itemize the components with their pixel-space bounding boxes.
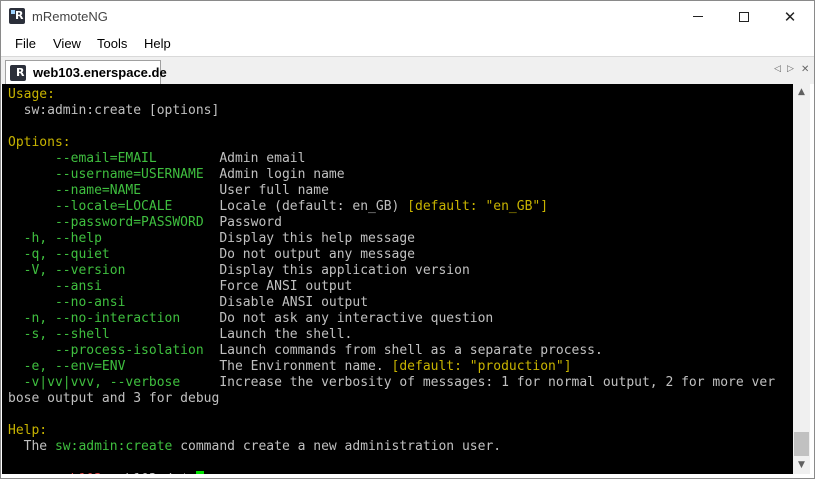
terminal-text: bose output and 3 for debug — [8, 391, 220, 406]
terminal-line: -q, --quiet Do not output any message — [8, 247, 415, 263]
close-tab-icon[interactable]: ✕ — [801, 64, 809, 75]
terminal-text: -s, --shell — [8, 327, 220, 342]
scrollbar-thumb[interactable] — [794, 432, 809, 456]
terminal-text: -v|vv|vvv, --verbose — [8, 375, 220, 390]
terminal-text: --name=NAME — [8, 183, 220, 198]
terminal-text: Options: — [8, 135, 71, 150]
terminal-text: Display this help message — [219, 231, 415, 246]
scroll-tabs-right-icon[interactable]: ▷ — [787, 64, 794, 74]
scroll-up-arrow-icon[interactable]: ▲ — [793, 84, 810, 101]
close-icon: ✕ — [783, 7, 797, 26]
terminal-text: Locale (default: en_GB) — [219, 199, 408, 214]
maximize-icon — [739, 11, 749, 22]
terminal-text: -q, --quiet — [8, 247, 220, 262]
terminal-text: Password — [219, 215, 282, 230]
terminal-text: Admin email — [219, 151, 306, 166]
terminal-text: --email=EMAIL — [8, 151, 220, 166]
scroll-tabs-left-icon[interactable]: ◁ — [774, 64, 781, 74]
menu-tools[interactable]: Tools — [97, 36, 127, 51]
prompt-at: @ — [102, 472, 110, 474]
terminal-line: bose output and 3 for debug — [8, 391, 219, 407]
terminal-text: --locale=LOCALE — [8, 199, 220, 214]
terminal-text: --password=PASSWORD — [8, 215, 220, 230]
terminal-text: --process-isolation — [8, 343, 220, 358]
terminal-line: --name=NAME User full name — [8, 183, 329, 199]
terminal-line: -V, --version Display this application v… — [8, 263, 470, 279]
terminal-text: Launch the shell. — [219, 327, 353, 342]
terminal-text: Do not output any message — [219, 247, 415, 262]
terminal-text: -V, --version — [8, 263, 220, 278]
terminal-line: sw:admin:create [options] — [8, 103, 220, 119]
terminal-line: -n, --no-interaction Do not ask any inte… — [8, 311, 494, 327]
minimize-button[interactable] — [675, 1, 721, 32]
terminal-text: User full name — [219, 183, 329, 198]
terminal-line: Options: — [8, 135, 71, 151]
terminal-text: [default: "production"] — [391, 359, 572, 374]
menu-bar: File View Tools Help — [1, 32, 814, 55]
terminal-text: Admin login name — [219, 167, 345, 182]
terminal-text: Display this application version — [219, 263, 470, 278]
terminal-text: Disable ANSI output — [219, 295, 369, 310]
terminal-line: Help: — [8, 423, 47, 439]
connection-tab-strip: web103.enerspace.de ◁ ▷ ✕ — [1, 56, 814, 85]
mremoteng-app-icon — [9, 8, 25, 24]
terminal-text: command create a new administration user… — [172, 439, 502, 454]
terminal-text: --username=USERNAME — [8, 167, 220, 182]
terminal-text: sw:admin:create [options] — [8, 103, 220, 118]
terminal-text: The Environment name. — [219, 359, 392, 374]
terminal-line: -h, --help Display this help message — [8, 231, 415, 247]
menu-file[interactable]: File — [15, 36, 36, 51]
terminal-text: [default: "en_GB"] — [407, 199, 549, 214]
terminal-text: Do not ask any interactive question — [219, 311, 494, 326]
terminal-text: Force ANSI output — [219, 279, 353, 294]
terminal-line: --password=PASSWORD Password — [8, 215, 282, 231]
terminal-line: -s, --shell Launch the shell. — [8, 327, 353, 343]
minimize-icon — [693, 16, 703, 17]
terminal-text: Increase the verbosity of messages: 1 fo… — [219, 375, 776, 390]
title-bar[interactable]: mRemoteNG ✕ — [1, 1, 814, 32]
terminal-line: --username=USERNAME Admin login name — [8, 167, 345, 183]
terminal-prompt[interactable]: web103@web103 / $ — [8, 455, 204, 474]
terminal-text: Launch commands from shell as a separate… — [219, 343, 603, 358]
close-button[interactable]: ✕ — [767, 1, 813, 32]
terminal-line: --no-ansi Disable ANSI output — [8, 295, 368, 311]
terminal-cursor — [195, 471, 204, 474]
prompt-host: web103 — [110, 472, 157, 474]
scroll-down-arrow-icon[interactable]: ▼ — [793, 457, 810, 474]
mremoteng-window: mRemoteNG ✕ File View Tools Help web103.… — [0, 0, 815, 479]
terminal-line: The sw:admin:create command create a new… — [8, 439, 501, 455]
terminal-line: Usage: — [8, 87, 55, 103]
terminal-text: Help: — [8, 423, 48, 438]
terminal-line: -e, --env=ENV The Environment name. [def… — [8, 359, 572, 375]
terminal-text: --no-ansi — [8, 295, 220, 310]
terminal-text: -h, --help — [8, 231, 220, 246]
menu-view[interactable]: View — [53, 36, 81, 51]
menu-help[interactable]: Help — [144, 36, 171, 51]
tab-label: web103.enerspace.de — [33, 65, 167, 80]
terminal-text: -n, --no-interaction — [8, 311, 220, 326]
tab-web103-enerspace[interactable]: web103.enerspace.de — [5, 60, 167, 85]
terminal-line: --email=EMAIL Admin email — [8, 151, 305, 167]
terminal-line: --locale=LOCALE Locale (default: en_GB) … — [8, 199, 548, 215]
prompt-path: / $ — [157, 472, 196, 474]
terminal-text: --ansi — [8, 279, 220, 294]
maximize-button[interactable] — [721, 1, 767, 32]
terminal-line: --ansi Force ANSI output — [8, 279, 352, 295]
terminal-text: Usage: — [8, 87, 55, 102]
window-title: mRemoteNG — [32, 9, 108, 24]
terminal-output[interactable]: Usage: sw:admin:create [options] Options:… — [2, 84, 793, 474]
terminal-line: -v|vv|vvv, --verbose Increase the verbos… — [8, 375, 775, 391]
prompt-user: web103 — [55, 472, 102, 474]
ssh-connection-icon — [10, 65, 26, 81]
terminal-text: -e, --env=ENV — [8, 359, 220, 374]
terminal-text: sw:admin:create — [54, 439, 173, 454]
terminal-scrollbar[interactable]: ▲ ▼ — [793, 84, 810, 474]
terminal-line: --process-isolation Launch commands from… — [8, 343, 603, 359]
terminal-text: The — [8, 439, 55, 454]
